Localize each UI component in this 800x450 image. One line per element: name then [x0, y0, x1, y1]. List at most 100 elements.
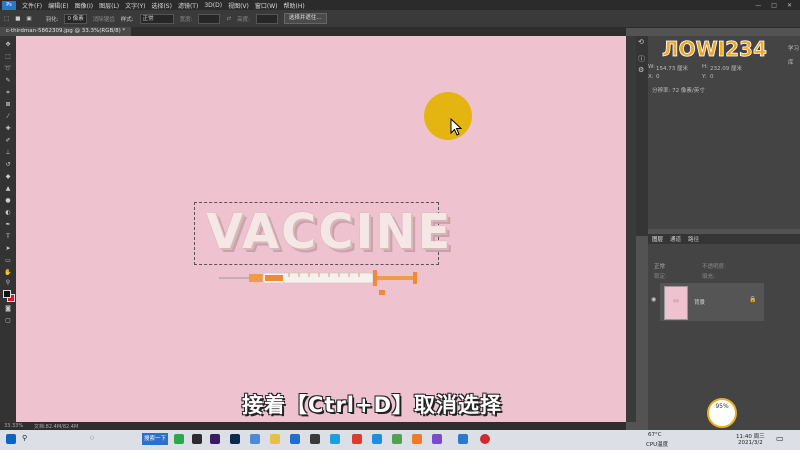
search-box[interactable]: 搜索一下 — [142, 433, 168, 445]
menu-3d[interactable]: 3D(D) — [204, 2, 222, 9]
marquee-tool-icon[interactable]: ⬚ — [4, 54, 12, 60]
maximize-button[interactable]: □ — [771, 2, 777, 9]
app-icon-8[interactable] — [310, 434, 320, 444]
gradient-tool-icon[interactable]: ▲ — [4, 186, 12, 192]
adjust-icon[interactable]: ⚙ — [638, 66, 644, 74]
pen-tool-icon[interactable]: ✒ — [4, 222, 12, 228]
app-icon-14[interactable] — [432, 434, 442, 444]
new-selection-icon[interactable]: ■ — [15, 16, 20, 22]
marquee-tool-icon[interactable]: ⬚ — [4, 16, 9, 22]
minimize-button[interactable]: — — [755, 2, 761, 9]
frame-tool-icon[interactable]: ⊠ — [4, 102, 12, 108]
eye-visibility-icon[interactable]: ◉ — [651, 296, 656, 303]
panel-collapse-strip[interactable] — [626, 36, 636, 422]
healing-brush-icon[interactable]: ✚ — [4, 126, 12, 132]
brand-watermark-logo: ЛOWI234 — [662, 37, 768, 62]
syringe-image — [219, 270, 417, 295]
quick-select-tool-icon[interactable]: ✎ — [4, 78, 12, 84]
document-tab[interactable]: c-thirdman-5862309.jpg @ 33.3%(RGB/8) * — [0, 27, 132, 36]
app-icon-7[interactable] — [290, 434, 300, 444]
y-value[interactable]: 0 — [710, 74, 714, 80]
antialias-checkbox[interactable]: 消除锯齿 — [93, 15, 115, 23]
layer-name[interactable]: 背景 — [694, 298, 705, 306]
app-icon-5[interactable] — [250, 434, 260, 444]
history-icon[interactable]: ⟲ — [638, 38, 644, 46]
stamp-tool-icon[interactable]: ⊥ — [4, 150, 12, 156]
menu-select[interactable]: 选择(S) — [151, 1, 172, 10]
type-tool-icon[interactable]: T — [4, 234, 12, 240]
eraser-tool-icon[interactable]: ◆ — [4, 174, 12, 180]
brush-tool-icon[interactable]: ✐ — [4, 138, 12, 144]
width-input[interactable] — [198, 13, 221, 24]
feather-input[interactable]: 0 像素 — [64, 13, 87, 24]
app-icon-1[interactable] — [174, 434, 184, 444]
menu-help[interactable]: 帮助(H) — [284, 1, 305, 10]
style-select[interactable]: 正常 — [139, 13, 174, 24]
app-icon-9[interactable] — [330, 434, 340, 444]
app-icon-15[interactable] — [458, 434, 468, 444]
feather-label: 羽化: — [45, 16, 59, 23]
photoshop-taskbar-icon[interactable] — [230, 434, 240, 444]
app-icon-11[interactable] — [372, 434, 382, 444]
record-icon[interactable] — [480, 434, 490, 444]
panel-icon-column: ⟲ ⓘ ⚙ — [636, 36, 648, 236]
folder-icon[interactable] — [270, 434, 280, 444]
height-input[interactable] — [255, 13, 278, 24]
performance-badge: 95% — [707, 398, 737, 428]
tab-layers[interactable]: 图层 — [652, 235, 663, 243]
crop-tool-icon[interactable]: ⌗ — [4, 90, 12, 96]
doc-info[interactable]: 文档:82.4M/82.4M — [34, 423, 78, 430]
eyedropper-tool-icon[interactable]: ⁄ — [4, 114, 12, 120]
properties-panel: 学习 库 W: 154.73 厘米 H: 232.09 厘米 X: 0 Y: 0… — [648, 36, 800, 229]
close-button[interactable]: ✕ — [787, 2, 792, 9]
info-icon[interactable]: ⓘ — [638, 54, 645, 64]
blend-mode-select[interactable]: 正常 — [654, 262, 665, 270]
app-icon-10[interactable] — [352, 434, 362, 444]
width-label: 宽度: — [179, 16, 193, 23]
dodge-tool-icon[interactable]: ◐ — [4, 210, 12, 216]
menu-file[interactable]: 文件(F) — [22, 1, 42, 10]
lasso-tool-icon[interactable]: ➰ — [4, 66, 12, 72]
x-value[interactable]: 0 — [656, 74, 660, 80]
lock-label: 锁定: — [654, 274, 667, 280]
menu-edit[interactable]: 编辑(E) — [48, 1, 68, 10]
quick-mask-icon[interactable]: ◙ — [4, 306, 12, 312]
zoom-tool-icon[interactable]: ⚲ — [4, 280, 12, 286]
clock-date[interactable]: 2021/3/2 — [738, 440, 763, 446]
menu-image[interactable]: 图像(I) — [75, 1, 93, 10]
tab-channels[interactable]: 通道 — [670, 235, 681, 243]
library-label[interactable]: 库 — [788, 58, 794, 66]
notification-icon[interactable]: ▭ — [776, 434, 784, 443]
screen-mode-icon[interactable]: ▢ — [4, 318, 12, 324]
app-icon-13[interactable] — [412, 434, 422, 444]
thumb-caption: 背景 — [672, 299, 679, 303]
shape-tool-icon[interactable]: ▭ — [4, 258, 12, 264]
move-tool-icon[interactable]: ✥ — [4, 42, 12, 48]
foreground-color-swatch[interactable] — [3, 290, 11, 298]
premiere-icon[interactable] — [210, 434, 220, 444]
h-value[interactable]: 232.09 厘米 — [710, 64, 742, 72]
menu-filter[interactable]: 滤镜(T) — [178, 1, 198, 10]
select-and-mask-button[interactable]: 选择并遮住... — [283, 13, 327, 24]
canvas[interactable]: VACCINE 接着【Ctrl+D】取消选择 — [16, 36, 626, 422]
menu-view[interactable]: 视图(V) — [228, 1, 249, 10]
blur-tool-icon[interactable]: ● — [4, 198, 12, 204]
search-icon[interactable]: ⚲ — [22, 434, 27, 442]
windows-start-icon[interactable] — [6, 434, 16, 444]
tab-paths[interactable]: 路径 — [688, 235, 699, 243]
menu-window[interactable]: 窗口(W) — [255, 1, 278, 10]
w-value[interactable]: 154.73 厘米 — [656, 64, 688, 72]
app-icon-2[interactable] — [192, 434, 202, 444]
clock-time[interactable]: 11:40 周三 — [736, 432, 765, 440]
hand-tool-icon[interactable]: ✋ — [4, 270, 12, 276]
history-brush-icon[interactable]: ↺ — [4, 162, 12, 168]
add-selection-icon[interactable]: ▣ — [26, 16, 31, 22]
cpu-temp-label: CPU温度 — [646, 442, 669, 448]
zoom-level[interactable]: 33.33% — [4, 423, 23, 429]
learn-label[interactable]: 学习 — [788, 44, 799, 52]
menu-layer[interactable]: 图层(L) — [99, 1, 119, 10]
path-select-tool-icon[interactable]: ➤ — [4, 246, 12, 252]
swap-icon[interactable]: ⇄ — [226, 16, 231, 22]
app-icon-12[interactable] — [392, 434, 402, 444]
menu-type[interactable]: 文字(Y) — [125, 1, 145, 10]
